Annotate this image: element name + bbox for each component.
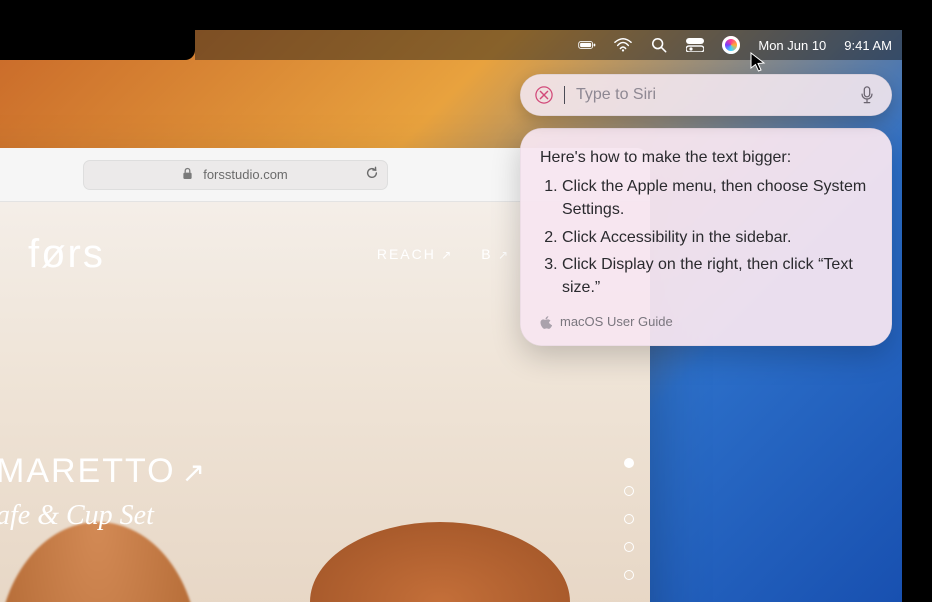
siri-input-bar[interactable] (520, 74, 892, 116)
siri-response-intro: Here's how to make the text bigger: (540, 146, 874, 169)
hero-title[interactable]: MARETTO (0, 452, 207, 491)
siri-step: Click Display on the right, then click “… (562, 253, 874, 299)
address-bar-url: forsstudio.com (203, 167, 288, 182)
siri-attribution-label: macOS User Guide (560, 313, 673, 332)
reload-icon[interactable] (365, 166, 379, 183)
hero-subtitle: afe & Cup Set (0, 500, 154, 532)
page-dot[interactable] (624, 458, 634, 468)
control-center-icon[interactable] (686, 36, 704, 54)
nav-link-truncated[interactable]: B (481, 246, 510, 262)
siri-attribution[interactable]: macOS User Guide (540, 313, 874, 332)
display-notch (0, 30, 195, 60)
page-graphic (310, 522, 570, 602)
address-bar[interactable]: forsstudio.com (83, 160, 388, 190)
page-dot[interactable] (624, 570, 634, 580)
lock-icon (182, 167, 193, 183)
siri-text-field[interactable] (576, 86, 850, 104)
close-icon[interactable] (534, 85, 554, 105)
page-graphic (0, 522, 198, 602)
page-dot[interactable] (624, 486, 634, 496)
battery-icon[interactable] (578, 36, 596, 54)
microphone-icon[interactable] (860, 86, 878, 104)
menubar-date[interactable]: Mon Jun 10 (758, 38, 826, 53)
siri-step: Click the Apple menu, then choose System… (562, 175, 874, 221)
menubar-time[interactable]: 9:41 AM (844, 38, 892, 53)
page-dot[interactable] (624, 514, 634, 524)
siri-step: Click Accessibility in the sidebar. (562, 226, 874, 249)
page-dot[interactable] (624, 542, 634, 552)
text-caret (564, 86, 565, 104)
siri-steps-list: Click the Apple menu, then choose System… (540, 175, 874, 299)
siri-response-card: Here's how to make the text bigger: Clic… (520, 128, 892, 346)
spotlight-icon[interactable] (650, 36, 668, 54)
siri-panel: Here's how to make the text bigger: Clic… (520, 74, 892, 346)
page-indicator[interactable] (624, 458, 634, 580)
page-logo[interactable]: førs (28, 232, 105, 277)
menu-bar: Mon Jun 10 9:41 AM (195, 30, 902, 60)
desktop: Mon Jun 10 9:41 AM forsstudio.com førs R… (0, 30, 902, 602)
nav-link-reach[interactable]: REACH (377, 246, 453, 262)
wifi-icon[interactable] (614, 36, 632, 54)
siri-icon[interactable] (722, 36, 740, 54)
